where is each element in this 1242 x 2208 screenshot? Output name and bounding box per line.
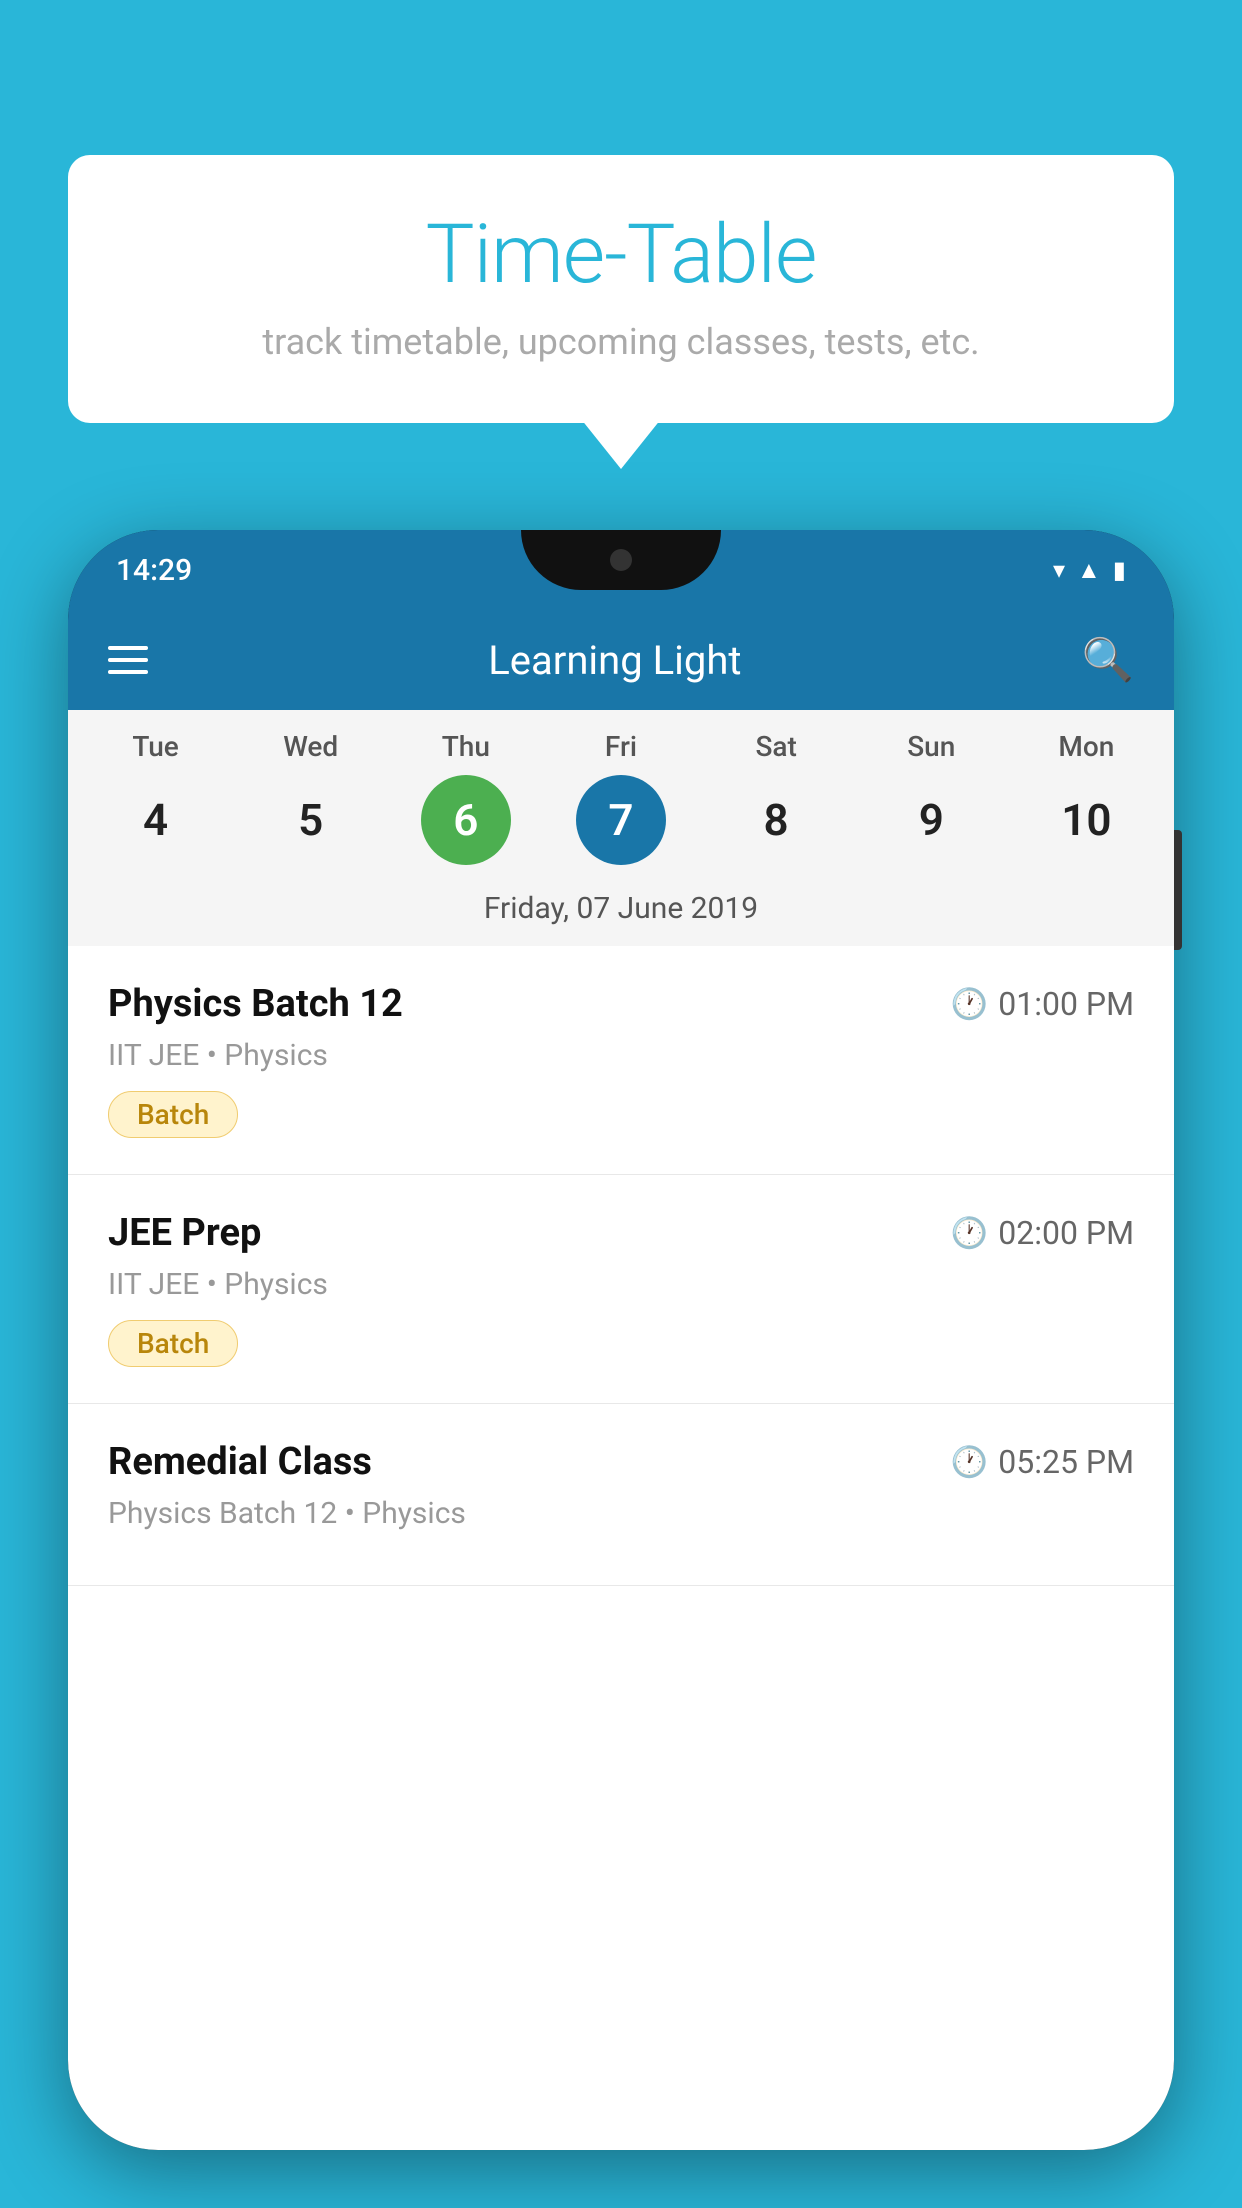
- weekday-col-wed[interactable]: Wed 5: [246, 730, 376, 865]
- app-title: Learning Light: [488, 637, 741, 684]
- weekday-label: Tue: [132, 730, 179, 763]
- weekday-col-fri[interactable]: Fri 7: [556, 730, 686, 865]
- calendar-strip: Tue 4 Wed 5 Thu 6 Fri 7 Sat 8 Sun 9 Mon 10 Friday, 07…: [68, 710, 1174, 946]
- clock-icon: 🕐: [951, 1445, 988, 1480]
- day-number[interactable]: 4: [111, 775, 201, 865]
- side-button: [1174, 830, 1182, 950]
- day-number[interactable]: 10: [1041, 775, 1131, 865]
- schedule-time: 🕐 05:25 PM: [951, 1443, 1134, 1481]
- schedule-time: 🕐 02:00 PM: [951, 1214, 1134, 1252]
- signal-icon: ▲: [1077, 556, 1101, 585]
- day-number[interactable]: 8: [731, 775, 821, 865]
- app-toolbar: Learning Light 🔍: [68, 610, 1174, 710]
- schedule-item-subtitle: IIT JEE • Physics: [108, 1038, 1134, 1073]
- schedule-item-header: Remedial Class 🕐 05:25 PM: [108, 1440, 1134, 1484]
- schedule-item-header: JEE Prep 🕐 02:00 PM: [108, 1211, 1134, 1255]
- selected-date-label: Friday, 07 June 2019: [68, 875, 1174, 946]
- weekday-col-tue[interactable]: Tue 4: [91, 730, 221, 865]
- schedule-item-2[interactable]: Remedial Class 🕐 05:25 PM Physics Batch 12 …: [68, 1404, 1174, 1586]
- wifi-icon: ▾: [1053, 556, 1065, 584]
- tooltip-card: Time-Table track timetable, upcoming cla…: [68, 155, 1174, 423]
- schedule-list: Physics Batch 12 🕐 01:00 PM IIT JEE • Physi…: [68, 946, 1174, 2150]
- schedule-item-0[interactable]: Physics Batch 12 🕐 01:00 PM IIT JEE • Physi…: [68, 946, 1174, 1175]
- schedule-item-subtitle: Physics Batch 12 • Physics: [108, 1496, 1134, 1531]
- weekday-col-sat[interactable]: Sat 8: [711, 730, 841, 865]
- weekday-label: Sat: [755, 730, 796, 763]
- clock-icon: 🕐: [951, 987, 988, 1022]
- weekday-label: Mon: [1058, 730, 1114, 763]
- day-number[interactable]: 5: [266, 775, 356, 865]
- weekday-col-mon[interactable]: Mon 10: [1021, 730, 1151, 865]
- weekday-label: Wed: [283, 730, 338, 763]
- schedule-item-subtitle: IIT JEE • Physics: [108, 1267, 1134, 1302]
- notch: [521, 530, 721, 590]
- weekday-col-thu[interactable]: Thu 6: [401, 730, 531, 865]
- schedule-item-header: Physics Batch 12 🕐 01:00 PM: [108, 982, 1134, 1026]
- menu-icon[interactable]: [108, 646, 148, 674]
- batch-badge: Batch: [108, 1320, 238, 1367]
- clock-icon: 🕐: [951, 1216, 988, 1251]
- day-number[interactable]: 7: [576, 775, 666, 865]
- schedule-time-text: 05:25 PM: [998, 1443, 1134, 1481]
- status-bar: 14:29 ▾ ▲ ▮: [68, 530, 1174, 610]
- battery-icon: ▮: [1113, 556, 1126, 584]
- day-number[interactable]: 6: [421, 775, 511, 865]
- phone-wrapper: 14:29 ▾ ▲ ▮ Learning Light 🔍: [68, 530, 1174, 2208]
- schedule-time-text: 02:00 PM: [998, 1214, 1134, 1252]
- weekday-label: Thu: [442, 730, 490, 763]
- schedule-time: 🕐 01:00 PM: [951, 985, 1134, 1023]
- camera-dot: [610, 549, 632, 571]
- schedule-item-title: Physics Batch 12: [108, 982, 403, 1026]
- status-icons: ▾ ▲ ▮: [1053, 556, 1126, 585]
- weekday-col-sun[interactable]: Sun 9: [866, 730, 996, 865]
- weekday-label: Sun: [907, 730, 955, 763]
- schedule-item-title: JEE Prep: [108, 1211, 261, 1255]
- day-number[interactable]: 9: [886, 775, 976, 865]
- weekday-label: Fri: [605, 730, 637, 763]
- phone-frame: 14:29 ▾ ▲ ▮ Learning Light 🔍: [68, 530, 1174, 2150]
- schedule-item-1[interactable]: JEE Prep 🕐 02:00 PM IIT JEE • Physics Batch: [68, 1175, 1174, 1404]
- tooltip-subtitle: track timetable, upcoming classes, tests…: [128, 321, 1114, 363]
- tooltip-title: Time-Table: [128, 207, 1114, 303]
- schedule-time-text: 01:00 PM: [998, 985, 1134, 1023]
- search-icon[interactable]: 🔍: [1082, 636, 1134, 685]
- schedule-item-title: Remedial Class: [108, 1440, 372, 1484]
- status-time: 14:29: [116, 553, 192, 588]
- weekdays-row: Tue 4 Wed 5 Thu 6 Fri 7 Sat 8 Sun 9 Mon 10: [68, 730, 1174, 865]
- batch-badge: Batch: [108, 1091, 238, 1138]
